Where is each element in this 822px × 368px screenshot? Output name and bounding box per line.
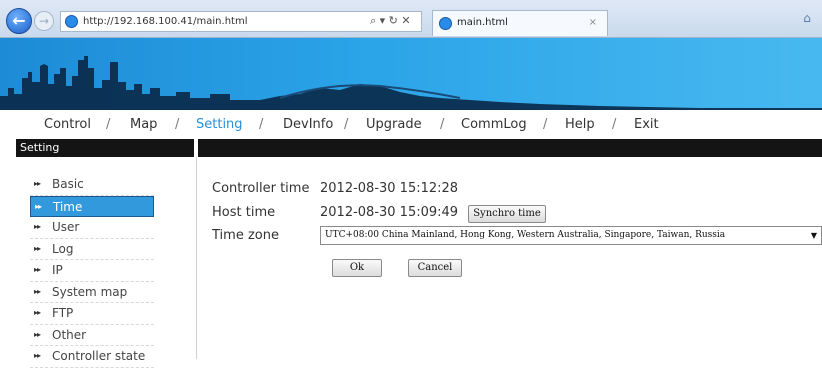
sidebar-divider (196, 157, 197, 359)
settings-sidebar: ▸▸ Basic ▸▸ Time ▸▸ User ▸▸ Log ▸▸ IP ▸▸ Syste… (30, 174, 154, 368)
bullet-icon: ▸▸ (34, 179, 41, 188)
ie-icon (439, 17, 452, 30)
bullet-icon: ▸▸ (34, 351, 41, 360)
menu-item-upgrade[interactable]: Upgrade (366, 110, 422, 139)
bullet-icon: ▸▸ (35, 201, 42, 211)
bullet-icon: ▸▸ (34, 286, 41, 296)
sidebar-item-controller-state[interactable]: ▸▸ Controller state (30, 346, 154, 368)
menu-item-exit[interactable]: Exit (634, 110, 659, 139)
header-banner (0, 38, 822, 110)
menu-separator: / (612, 117, 617, 132)
ok-button[interactable]: Ok (332, 259, 382, 277)
browser-tab[interactable]: main.html × (432, 10, 608, 36)
menu-item-commlog[interactable]: CommLog (461, 110, 527, 139)
menu-separator: / (440, 117, 445, 132)
synchro-time-button[interactable]: Synchro time (468, 205, 546, 223)
sidebar-item-label: IP (52, 263, 63, 277)
home-icon[interactable]: ⌂ (798, 11, 816, 29)
ie-icon (65, 15, 78, 28)
sidebar-item-label: System map (52, 284, 128, 299)
sidebar-item-basic[interactable]: ▸▸ Basic (30, 174, 154, 196)
bullet-icon: ▸▸ (34, 329, 41, 339)
address-bar[interactable]: http://192.168.100.41/main.html (60, 11, 422, 32)
menu-separator: / (543, 117, 548, 132)
forward-button[interactable]: → (34, 11, 54, 31)
browser-toolbar: ← → http://192.168.100.41/main.html ⌕ ▾ … (0, 0, 822, 38)
controller-time-value: 2012-08-30 15:12:28 (320, 181, 459, 196)
bullet-icon: ▸▸ (34, 222, 41, 231)
menu-separator: / (344, 117, 349, 132)
bullet-icon: ▸▸ (34, 308, 41, 317)
menu-item-control[interactable]: Control (44, 110, 91, 139)
sidebar-item-log[interactable]: ▸▸ Log (30, 239, 154, 260)
menu-item-map[interactable]: Map (130, 110, 157, 139)
sidebar-item-label: Controller state (52, 349, 146, 363)
section-title: Setting (16, 139, 194, 157)
menu-item-devinfo[interactable]: DevInfo (283, 110, 333, 139)
time-zone-select[interactable]: UTC+08:00 China Mainland, Hong Kong, Wes… (320, 226, 822, 245)
host-time-label: Host time (212, 205, 276, 220)
sidebar-item-label: FTP (52, 306, 74, 320)
url-text: http://192.168.100.41/main.html (83, 16, 248, 27)
chevron-down-icon: ▼ (810, 231, 817, 240)
main-menu: Control / Map / Setting / DevInfo / Upgr… (0, 110, 822, 139)
sidebar-item-user[interactable]: ▸▸ User (30, 217, 154, 239)
tab-title: main.html (457, 17, 508, 28)
sidebar-item-other[interactable]: ▸▸ Other (30, 325, 154, 346)
sidebar-item-system-map[interactable]: ▸▸ System map (30, 282, 154, 303)
menu-separator: / (259, 117, 264, 132)
sidebar-item-ip[interactable]: ▸▸ IP (30, 260, 154, 282)
menu-separator: / (175, 117, 180, 132)
controller-time-label: Controller time (212, 181, 310, 196)
back-button[interactable]: ← (6, 8, 32, 34)
bullet-icon: ▸▸ (34, 265, 41, 274)
tab-close-button[interactable]: × (589, 11, 597, 35)
sidebar-item-time[interactable]: ▸▸ Time (30, 195, 154, 217)
sidebar-item-ftp[interactable]: ▸▸ FTP (30, 303, 154, 325)
cancel-button[interactable]: Cancel (408, 259, 462, 277)
menu-item-setting[interactable]: Setting (196, 110, 243, 139)
address-tools[interactable]: ⌕ ▾ ↻ ✕ (370, 11, 430, 32)
menu-separator: / (106, 117, 111, 132)
bullet-icon: ▸▸ (34, 243, 41, 253)
sidebar-item-label: Time (53, 199, 83, 214)
sidebar-item-label: User (52, 220, 80, 234)
time-zone-value: UTC+08:00 China Mainland, Hong Kong, Wes… (325, 230, 726, 240)
sidebar-item-label: Log (52, 241, 74, 256)
sidebar-item-label: Basic (52, 177, 84, 191)
city-skyline-image (0, 56, 822, 110)
sidebar-item-label: Other (52, 327, 87, 342)
section-header-bar (198, 139, 822, 157)
menu-item-help[interactable]: Help (565, 110, 595, 139)
host-time-value: 2012-08-30 15:09:49 (320, 205, 459, 220)
time-zone-label: Time zone (212, 228, 279, 243)
